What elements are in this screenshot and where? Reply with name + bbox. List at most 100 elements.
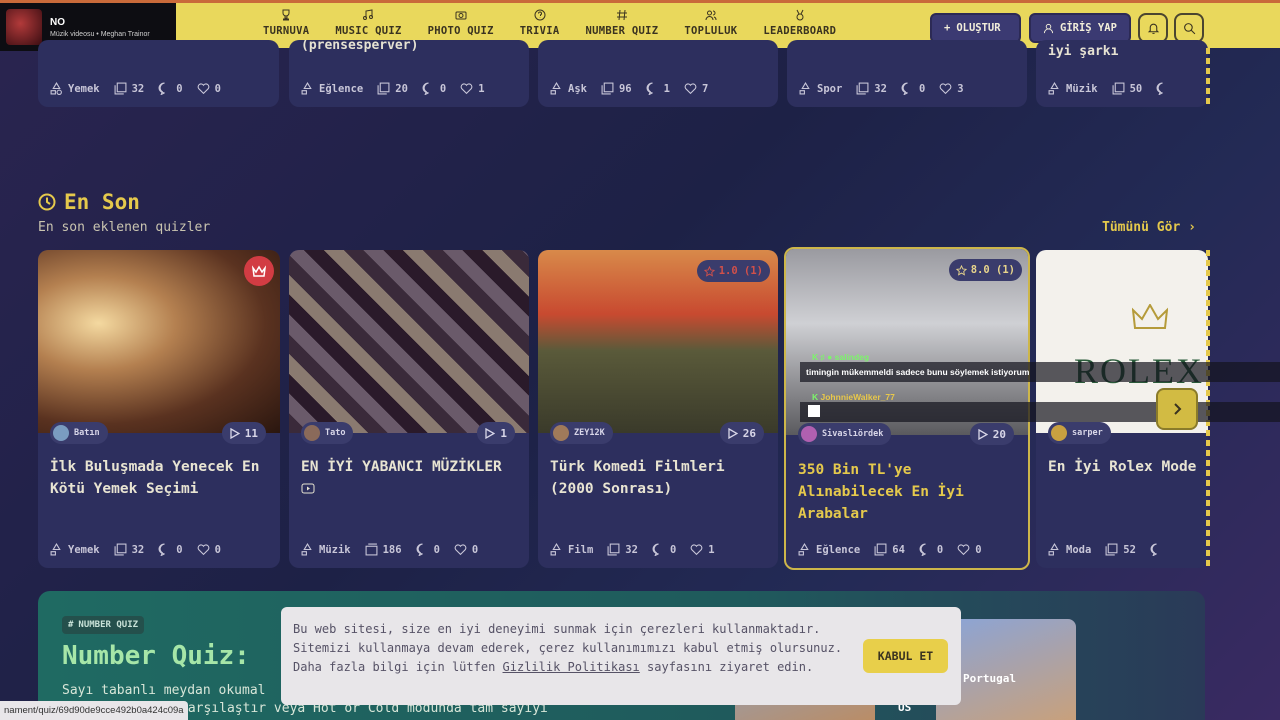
bell-icon bbox=[1147, 23, 1159, 34]
nav-label: TRIVIA bbox=[519, 25, 560, 37]
chat-emote-icon bbox=[808, 405, 820, 417]
notifications-button[interactable] bbox=[1138, 13, 1168, 43]
card-questions: 32 bbox=[131, 82, 145, 95]
create-button[interactable]: + OLUŞTUR bbox=[930, 13, 1021, 43]
nav-label: PHOTO QUIZ bbox=[427, 25, 494, 37]
quiz-card[interactable]: Yemek 32 0 0 bbox=[38, 40, 279, 107]
card-likes: 0 bbox=[975, 543, 982, 556]
privacy-policy-link[interactable]: Gizlilik Politikası bbox=[503, 660, 640, 674]
quiz-card[interactable]: 1.0 (1) ZEY12K 26 Türk Komedi Filmleri (… bbox=[538, 250, 778, 568]
play-count: 26 bbox=[719, 422, 764, 444]
card-stats: Yemek 32 0 0 bbox=[50, 82, 271, 95]
nav-music-quiz[interactable]: MUSIC QUIZ bbox=[322, 9, 414, 37]
play-count: 1 bbox=[477, 422, 515, 444]
hash-icon: # bbox=[68, 620, 74, 630]
avatar bbox=[1051, 425, 1067, 441]
questions-icon bbox=[114, 82, 127, 95]
quiz-card[interactable]: Tato 1 EN İYİ YABANCI MÜZİKLER Müzik 186… bbox=[289, 250, 529, 568]
star-icon bbox=[703, 265, 715, 277]
card-questions: 50 bbox=[1129, 82, 1143, 95]
card-stats: Yemek 32 0 0 bbox=[50, 543, 272, 556]
author-name: sarper bbox=[1072, 428, 1103, 438]
category-icon bbox=[301, 82, 312, 95]
section-title: En Son bbox=[38, 190, 140, 214]
card-category: Moda bbox=[1066, 543, 1092, 556]
trophy-icon bbox=[282, 9, 290, 21]
card-questions: 20 bbox=[395, 82, 408, 95]
card-title-text: EN İYİ YABANCI MÜZİKLER bbox=[301, 459, 502, 475]
questions-icon bbox=[607, 543, 620, 556]
plays-value: 26 bbox=[742, 426, 756, 440]
main-nav: TURNUVA MUSIC QUIZ PHOTO QUIZ TRIVIA NUM… bbox=[250, 9, 849, 37]
category-icon bbox=[550, 82, 561, 95]
card-title: Türk Komedi Filmleri (2000 Sonrası) bbox=[550, 459, 725, 497]
quiz-card[interactable]: Spor 32 0 3 bbox=[787, 40, 1027, 107]
author-name: Batın bbox=[74, 428, 100, 438]
nav-label: NUMBER QUIZ bbox=[585, 25, 659, 37]
card-stats: Eğlence 64 0 0 bbox=[798, 543, 1020, 556]
quiz-card[interactable]: Aşk 96 1 7 bbox=[538, 40, 778, 107]
comment-icon bbox=[416, 543, 423, 556]
nav-trivia[interactable]: TRIVIA bbox=[507, 9, 573, 37]
chat-username: salindeg bbox=[834, 352, 870, 362]
quiz-card[interactable]: iyi şarkı Müzik 50 bbox=[1036, 40, 1208, 107]
card-likes: 0 bbox=[471, 543, 479, 556]
carousel-next-button[interactable] bbox=[1156, 388, 1198, 430]
comment-icon bbox=[158, 543, 166, 556]
card-category: Yemek bbox=[68, 543, 100, 556]
comment-icon bbox=[652, 543, 659, 556]
card-stats: Müzik 50 bbox=[1048, 82, 1200, 95]
card-category: Yemek bbox=[68, 82, 100, 95]
card-title: EN İYİ YABANCI MÜZİKLER bbox=[301, 456, 519, 500]
search-button[interactable] bbox=[1174, 13, 1204, 43]
card-comments: 0 bbox=[433, 543, 440, 556]
avatar bbox=[801, 426, 817, 442]
category-icon bbox=[301, 543, 312, 556]
heart-icon bbox=[684, 83, 697, 95]
author-chip[interactable]: Sivaslıördek bbox=[798, 423, 892, 445]
now-playing-title: NO bbox=[50, 16, 65, 28]
nav-photo-quiz[interactable]: PHOTO QUIZ bbox=[415, 9, 507, 37]
author-chip[interactable]: Tato bbox=[301, 422, 354, 444]
questions-icon bbox=[601, 82, 614, 95]
questions-icon bbox=[365, 543, 378, 556]
card-stats: Aşk 96 1 7 bbox=[550, 82, 770, 95]
author-name: ZEY12K bbox=[574, 428, 605, 438]
login-label: GİRİŞ YAP bbox=[1060, 22, 1117, 34]
number-quiz-title: Number Quiz: bbox=[62, 641, 250, 671]
cookie-text: Bu web sitesi, size en iyi deneyimi sunm… bbox=[293, 620, 853, 677]
nav-turnuva[interactable]: TURNUVA bbox=[250, 9, 322, 37]
quiz-card[interactable]: (prensesperver) Eğlence 20 0 1 bbox=[289, 40, 529, 107]
question-icon bbox=[534, 9, 546, 21]
card-stats: Film 32 0 1 bbox=[550, 543, 770, 556]
accept-cookies-button[interactable]: KABUL ET bbox=[863, 639, 948, 673]
category-icon bbox=[799, 82, 810, 95]
login-button[interactable]: GİRİŞ YAP bbox=[1029, 13, 1131, 43]
section-subtitle: En son eklenen quizler bbox=[38, 220, 211, 235]
card-likes: 0 bbox=[214, 82, 221, 95]
heart-icon bbox=[939, 83, 952, 95]
quiz-card[interactable]: Batın 11 İlk Buluşmada Yenecek En Kötü Y… bbox=[38, 250, 280, 568]
rating-badge: 8.0 (1) bbox=[948, 259, 1022, 281]
cookie-banner: Bu web sitesi, size en iyi deneyimi sunm… bbox=[281, 607, 961, 705]
play-count: 20 bbox=[969, 423, 1014, 445]
nav-topluluk[interactable]: TOPLULUK bbox=[671, 9, 750, 37]
author-chip[interactable]: Batın bbox=[50, 422, 108, 444]
medal-icon bbox=[796, 9, 804, 21]
author-chip[interactable]: sarper bbox=[1048, 422, 1111, 444]
nav-number-quiz[interactable]: NUMBER QUIZ bbox=[573, 9, 672, 37]
chevron-right-icon: › bbox=[1188, 220, 1196, 235]
see-all-link[interactable]: Tümünü Gör › bbox=[1102, 220, 1196, 235]
heart-icon bbox=[454, 544, 467, 556]
nav-leaderboard[interactable]: LEADERBOARD bbox=[750, 9, 849, 37]
heart-icon bbox=[690, 544, 703, 556]
plus-icon: + bbox=[944, 22, 951, 34]
author-chip[interactable]: ZEY12K bbox=[550, 422, 613, 444]
card-stats: Spor 32 0 3 bbox=[799, 82, 1019, 95]
heart-icon bbox=[197, 544, 209, 556]
card-comments: 0 bbox=[669, 543, 677, 556]
plays-value: 1 bbox=[500, 426, 507, 440]
category-icon bbox=[1048, 82, 1059, 95]
play-count: 11 bbox=[221, 422, 266, 444]
card-likes: 7 bbox=[701, 82, 709, 95]
